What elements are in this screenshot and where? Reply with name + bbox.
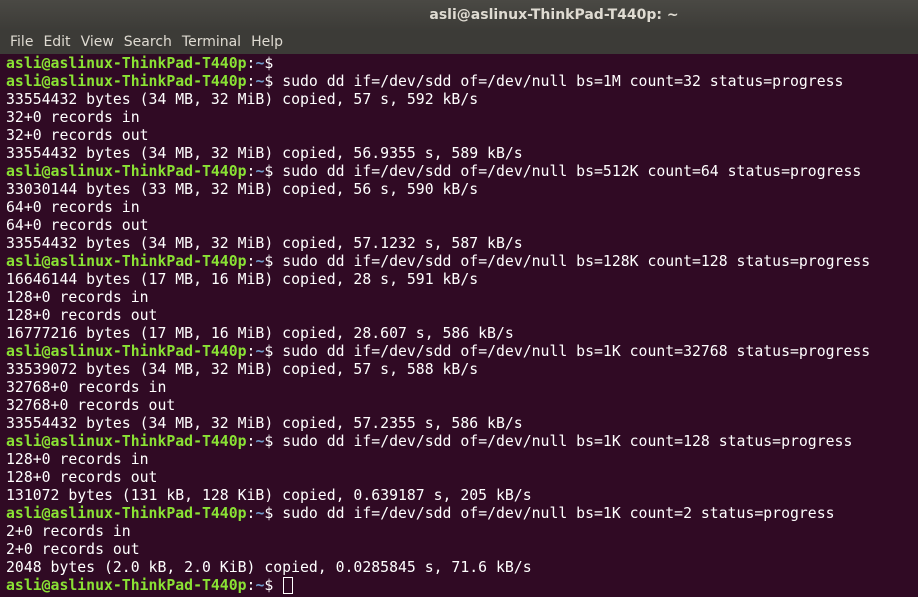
prompt-user: asli@aslinux-ThinkPad-T440p bbox=[6, 163, 247, 180]
menu-bar: File Edit View Search Terminal Help bbox=[0, 31, 918, 54]
window-title: asli@aslinux-ThinkPad-T440p: ~ bbox=[429, 7, 679, 23]
output-line: 16777216 bytes (17 MB, 16 MiB) copied, 2… bbox=[6, 325, 514, 342]
command-text: sudo dd if=/dev/sdd of=/dev/null bs=1K c… bbox=[273, 433, 853, 450]
menu-terminal[interactable]: Terminal bbox=[176, 31, 245, 54]
prompt-line: asli@aslinux-ThinkPad-T440p:~$ sudo dd i… bbox=[6, 343, 918, 361]
text-cursor bbox=[283, 577, 294, 594]
terminal-output[interactable]: asli@aslinux-ThinkPad-T440p:~$ asli@aslin… bbox=[0, 54, 918, 597]
menu-view[interactable]: View bbox=[75, 31, 118, 54]
prompt-symbol: $ bbox=[264, 343, 274, 360]
command-text: sudo dd if=/dev/sdd of=/dev/null bs=1M c… bbox=[273, 73, 844, 90]
menu-search[interactable]: Search bbox=[118, 31, 176, 54]
prompt-line: asli@aslinux-ThinkPad-T440p:~$ bbox=[6, 577, 918, 595]
menu-edit[interactable]: Edit bbox=[37, 31, 74, 54]
prompt-symbol: $ bbox=[264, 55, 274, 72]
output-line: 64+0 records out bbox=[6, 217, 149, 234]
prompt-symbol: $ bbox=[264, 73, 274, 90]
output-line: 33554432 bytes (34 MB, 32 MiB) copied, 5… bbox=[6, 145, 523, 162]
prompt-symbol: $ bbox=[264, 253, 274, 270]
output-line: 33554432 bytes (34 MB, 32 MiB) copied, 5… bbox=[6, 415, 523, 432]
title-bar[interactable]: asli@aslinux-ThinkPad-T440p: ~ bbox=[0, 0, 918, 31]
prompt-line: asli@aslinux-ThinkPad-T440p:~$ sudo dd i… bbox=[6, 73, 918, 91]
output-line: 128+0 records in bbox=[6, 451, 149, 468]
prompt-line: asli@aslinux-ThinkPad-T440p:~$ bbox=[6, 55, 918, 73]
command-text bbox=[273, 577, 282, 594]
output-line: 16646144 bytes (17 MB, 16 MiB) copied, 2… bbox=[6, 271, 479, 288]
prompt-symbol: $ bbox=[264, 163, 274, 180]
prompt-symbol: $ bbox=[264, 505, 274, 522]
prompt-user: asli@aslinux-ThinkPad-T440p bbox=[6, 577, 247, 594]
prompt-user: asli@aslinux-ThinkPad-T440p bbox=[6, 253, 247, 270]
output-line: 33554432 bytes (34 MB, 32 MiB) copied, 5… bbox=[6, 91, 479, 108]
prompt-line: asli@aslinux-ThinkPad-T440p:~$ sudo dd i… bbox=[6, 253, 918, 271]
output-line: 32+0 records in bbox=[6, 109, 140, 126]
output-line: 32+0 records out bbox=[6, 127, 149, 144]
output-line: 128+0 records out bbox=[6, 469, 158, 486]
output-line: 33539072 bytes (34 MB, 32 MiB) copied, 5… bbox=[6, 361, 479, 378]
prompt-line: asli@aslinux-ThinkPad-T440p:~$ sudo dd i… bbox=[6, 505, 918, 523]
prompt-line: asli@aslinux-ThinkPad-T440p:~$ sudo dd i… bbox=[6, 163, 918, 181]
command-text: sudo dd if=/dev/sdd of=/dev/null bs=1K c… bbox=[273, 343, 871, 360]
output-line: 128+0 records out bbox=[6, 307, 158, 324]
prompt-symbol: $ bbox=[264, 433, 274, 450]
output-line: 64+0 records in bbox=[6, 199, 140, 216]
output-line: 32768+0 records in bbox=[6, 379, 167, 396]
command-text: sudo dd if=/dev/sdd of=/dev/null bs=1K c… bbox=[273, 505, 835, 522]
output-line: 131072 bytes (131 kB, 128 KiB) copied, 0… bbox=[6, 487, 532, 504]
prompt-user: asli@aslinux-ThinkPad-T440p bbox=[6, 433, 247, 450]
command-text: sudo dd if=/dev/sdd of=/dev/null bs=512K… bbox=[273, 163, 862, 180]
prompt-user: asli@aslinux-ThinkPad-T440p bbox=[6, 73, 247, 90]
output-line: 33030144 bytes (33 MB, 32 MiB) copied, 5… bbox=[6, 181, 479, 198]
prompt-line: asli@aslinux-ThinkPad-T440p:~$ sudo dd i… bbox=[6, 433, 918, 451]
prompt-user: asli@aslinux-ThinkPad-T440p bbox=[6, 343, 247, 360]
prompt-user: asli@aslinux-ThinkPad-T440p bbox=[6, 55, 247, 72]
output-line: 2+0 records out bbox=[6, 541, 140, 558]
output-line: 2048 bytes (2.0 kB, 2.0 KiB) copied, 0.0… bbox=[6, 559, 532, 576]
output-line: 2+0 records in bbox=[6, 523, 131, 540]
command-text: sudo dd if=/dev/sdd of=/dev/null bs=128K… bbox=[273, 253, 871, 270]
prompt-user: asli@aslinux-ThinkPad-T440p bbox=[6, 505, 247, 522]
output-line: 33554432 bytes (34 MB, 32 MiB) copied, 5… bbox=[6, 235, 523, 252]
output-line: 128+0 records in bbox=[6, 289, 149, 306]
prompt-symbol: $ bbox=[264, 577, 274, 594]
output-line: 32768+0 records out bbox=[6, 397, 176, 414]
menu-file[interactable]: File bbox=[0, 31, 37, 54]
terminal-window: asli@aslinux-ThinkPad-T440p: ~ File Edit V… bbox=[0, 0, 918, 597]
menu-help[interactable]: Help bbox=[245, 31, 287, 54]
